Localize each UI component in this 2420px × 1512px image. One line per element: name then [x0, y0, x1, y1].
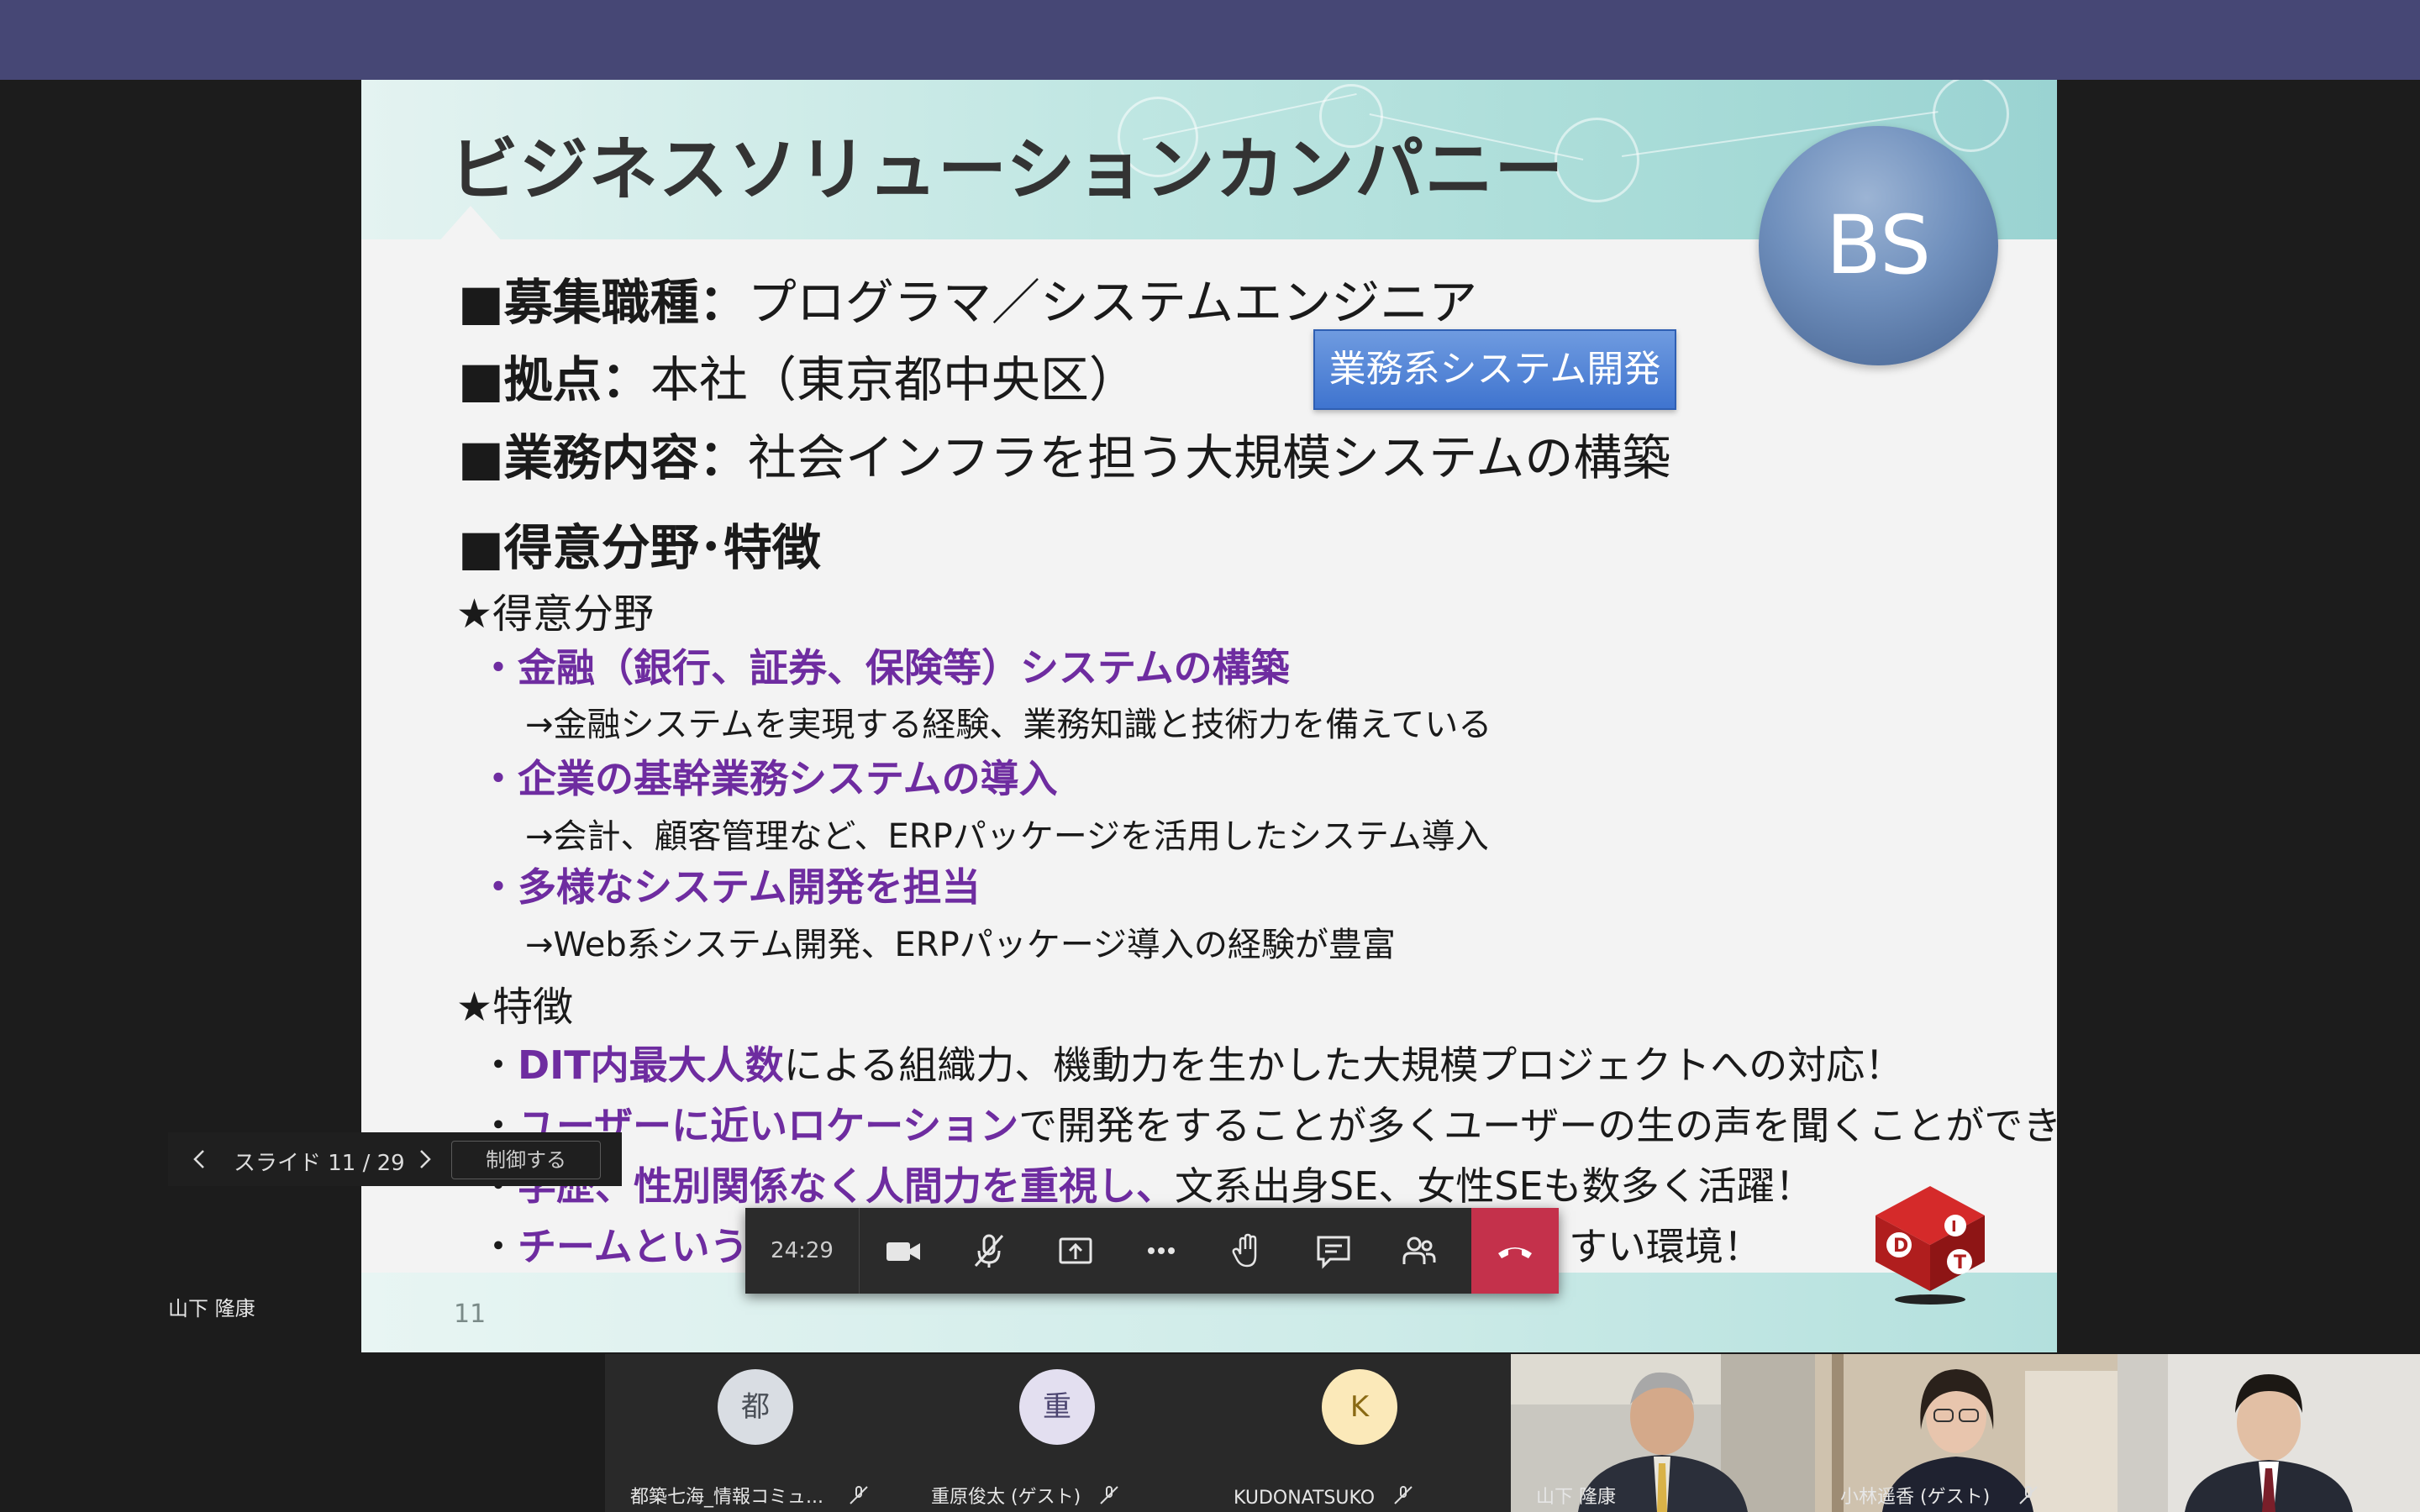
camera-icon [886, 1242, 920, 1261]
raise-hand-icon [1232, 1233, 1257, 1268]
strengths-heading: ■得意分野･特徴 [458, 519, 821, 576]
field-item-diverse-detail: →Web系システム開発、ERPパッケージ導入の経験が豊富 [525, 926, 1396, 964]
mic-off-icon [1394, 1486, 1413, 1504]
bs-badge: BS [1759, 126, 1998, 365]
hangup-icon [1498, 1247, 1532, 1258]
participant-name: 都築七海_情報コミュ... [630, 1487, 823, 1508]
more-actions-button[interactable] [1136, 1226, 1186, 1276]
svg-text:T: T [1954, 1252, 1966, 1273]
field-item-finance-detail: →金融システムを実現する経験、業務知識と技術力を備えている [525, 706, 1492, 744]
participant-video-3[interactable] [2118, 1354, 2420, 1512]
next-slide-icon[interactable] [408, 1142, 441, 1176]
job-type-value: プログラマ／システムエンジニア [747, 274, 1478, 331]
features-heading: ★特徴 [456, 984, 574, 1031]
participant-name: KUDONATSUKO [1234, 1488, 1376, 1509]
mic-off-icon [974, 1234, 1004, 1268]
feature-1-highlight: DIT内最大人数 [518, 1042, 784, 1088]
mic-off-icon [1100, 1486, 1118, 1504]
feature-1-text: による組織力、機動力を生かした大規模プロジェクトへの対応！ [783, 1042, 1904, 1088]
chat-icon [1317, 1236, 1350, 1269]
slide-page-number: 11 [454, 1299, 487, 1329]
participant-name: 重原俊太 (ゲスト) [931, 1487, 1081, 1508]
feature-line-4: ・チームという組 [479, 1224, 787, 1269]
mic-off-icon [850, 1486, 868, 1504]
participant-video-1[interactable]: 山下 隆康 [1511, 1354, 1815, 1512]
location-value: 本社（東京都中央区） [650, 351, 1138, 408]
field-item-finance: ・金融（銀行、証券、保険等）システムの構築 [479, 645, 1290, 690]
field-item-enterprise: ・企業の基幹業務システムの導入 [479, 756, 1058, 801]
participant-avatar: 都 [718, 1369, 793, 1445]
feature-3-text: 文系出身SE、女性SEも数多く活躍！ [1175, 1163, 1814, 1209]
feature-line-3: ・学歴、性別関係なく人間力を重視し、文系出身SE、女性SEも数多く活躍！ [479, 1163, 1814, 1209]
location-line: ■拠点：本社（東京都中央区） [458, 340, 1138, 411]
participant-avatar: K [1322, 1369, 1397, 1445]
participant-tile-2[interactable]: 重 重原俊太 (ゲスト) [906, 1354, 1208, 1512]
participant-tile-1[interactable]: 都 都築七海_情報コミュ... [605, 1354, 906, 1512]
work-content-value: 社会インフラを担う大規模システムの構築 [747, 429, 1671, 486]
field-item-diverse: ・多様なシステム開発を担当 [479, 864, 981, 910]
take-control-button[interactable]: 制御する [451, 1141, 601, 1179]
feature-4-text: すい環境！ [1569, 1224, 1762, 1269]
cart-decor-icon [1555, 118, 1639, 202]
svg-text:D: D [1893, 1236, 1908, 1257]
svg-text:I: I [1951, 1218, 1957, 1236]
call-timer: 24:29 [745, 1208, 860, 1294]
share-icon [1059, 1237, 1092, 1264]
video-feed [2118, 1354, 2420, 1512]
participant-tile-3[interactable]: K KUDONATSUKO [1208, 1354, 1511, 1512]
mic-off-icon [2019, 1486, 2038, 1504]
microphone-button[interactable] [964, 1226, 1014, 1276]
participants-button[interactable] [1394, 1226, 1444, 1276]
participants-icon [1402, 1236, 1436, 1264]
meeting-top-bar [0, 0, 2420, 80]
participant-name: 小林遥香 (ゲスト) [1840, 1487, 1991, 1508]
participant-avatar: 重 [1019, 1369, 1095, 1445]
job-type-line: ■募集職種：プログラマ／システムエンジニア [458, 263, 1477, 333]
slide-navigation: スライド 11 / 29 制御する [168, 1132, 622, 1186]
more-icon [1148, 1247, 1175, 1254]
fields-heading: ★得意分野 [456, 591, 655, 638]
money-decor-icon [1933, 80, 2009, 152]
slide-title: ビジネスソリューションカンパニー [450, 130, 1565, 210]
participant-name: 山下 隆康 [1536, 1487, 1616, 1508]
feature-line-1: ・DIT内最大人数による組織力、機動力を生かした大規模プロジェクトへの対応！ [479, 1042, 1904, 1088]
work-content-label: ■業務内容： [458, 429, 748, 486]
camera-button[interactable] [878, 1226, 929, 1276]
raise-hand-button[interactable] [1222, 1226, 1272, 1276]
location-label: ■拠点： [458, 351, 650, 408]
participant-video-2[interactable]: 小林遥香 (ゲスト) [1815, 1354, 2118, 1512]
dit-logo: D I T [1876, 1186, 1985, 1305]
slide-position: スライド 11 / 29 [234, 1151, 405, 1176]
previous-slide-icon[interactable] [183, 1142, 217, 1176]
business-tag: 業務系システム開発 [1313, 329, 1676, 410]
chat-button[interactable] [1308, 1226, 1359, 1276]
job-type-label: ■募集職種： [458, 274, 748, 331]
hangup-button[interactable] [1471, 1208, 1559, 1294]
work-content-line: ■業務内容：社会インフラを担う大規模システムの構築 [458, 418, 1670, 489]
share-button[interactable] [1050, 1226, 1101, 1276]
call-toolbar: 24:29 [745, 1208, 1559, 1294]
field-item-enterprise-detail: →会計、顧客管理など、ERPパッケージを活用したシステム導入 [525, 817, 1489, 856]
feature-2-text: で開発をすることが多くユーザーの生の声を聞くことができる！ [1018, 1103, 2057, 1148]
presenter-name: 山下 隆康 [168, 1297, 255, 1320]
feature-line-2: ・ユーザーに近いロケーションで開発をすることが多くユーザーの生の声を聞くことがで… [479, 1095, 2057, 1151]
